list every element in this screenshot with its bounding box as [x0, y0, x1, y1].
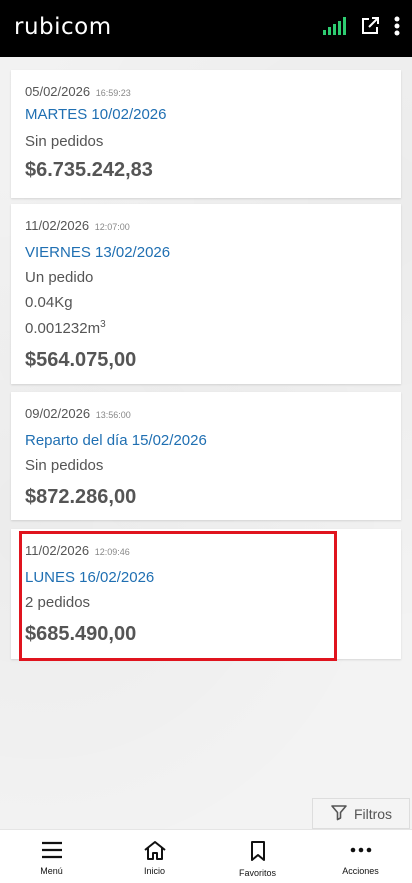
card-date-text: 11/02/2026	[25, 218, 90, 233]
top-icons	[323, 16, 400, 36]
card-line: Sin pedidos	[25, 133, 104, 150]
card-volume-value: 0.001232m	[25, 320, 101, 337]
card-time: 16:59:23	[95, 88, 131, 98]
card-amount: $564.075,00	[25, 349, 137, 371]
bottom-nav: Menú Inicio Favoritos Acciones	[0, 829, 412, 883]
card-date: 05/02/2026 16:59:23	[25, 84, 131, 99]
card-time: 12:09:46	[94, 547, 130, 557]
content-area: 05/02/2026 16:59:23 MARTES 10/02/2026 Si…	[0, 57, 412, 829]
top-bar: rubicom	[0, 0, 412, 57]
card-amount: $6.735.242,83	[25, 159, 153, 181]
external-link-icon[interactable]	[360, 16, 380, 36]
card-title[interactable]: VIERNES 13/02/2026	[25, 244, 170, 261]
card-date-text: 11/02/2026	[25, 543, 90, 558]
nav-menu-label: Menú	[40, 866, 63, 876]
nav-home[interactable]: Inicio	[107, 830, 203, 876]
card-amount: $872.286,00	[25, 486, 137, 508]
bookmark-icon	[249, 840, 267, 864]
nav-favorites-label: Favoritos	[238, 868, 276, 878]
card-amount: $685.490,00	[25, 623, 137, 645]
card-line: Un pedido	[25, 269, 94, 286]
nav-menu[interactable]: Menú	[4, 830, 100, 876]
card-date: 11/02/2026 12:09:46	[25, 543, 130, 558]
card-date: 11/02/2026 12:07:00	[25, 218, 130, 233]
card-volume-exponent: 3	[100, 319, 106, 330]
delivery-card[interactable]: 11/02/2026 12:07:00 VIERNES 13/02/2026 U…	[11, 204, 401, 384]
card-volume: 0.001232m3	[25, 319, 106, 337]
filter-icon	[330, 803, 348, 824]
card-date-text: 09/02/2026	[25, 406, 91, 421]
delivery-card[interactable]: 05/02/2026 16:59:23 MARTES 10/02/2026 Si…	[11, 70, 401, 198]
card-line: 2 pedidos	[25, 594, 91, 611]
card-title[interactable]: MARTES 10/02/2026	[25, 106, 166, 123]
home-icon	[143, 840, 167, 862]
app-logo: rubicom	[14, 14, 112, 40]
card-line: 0.04Kg	[25, 294, 73, 311]
card-time: 12:07:00	[94, 222, 130, 232]
more-icon	[350, 840, 372, 862]
card-date: 09/02/2026 13:56:00	[25, 406, 131, 421]
nav-home-label: Inicio	[143, 866, 165, 876]
kebab-menu-icon[interactable]	[394, 16, 400, 36]
delivery-card[interactable]: 11/02/2026 12:09:46 LUNES 16/02/2026 2 p…	[11, 529, 401, 659]
card-time: 13:56:00	[95, 410, 131, 420]
nav-favorites[interactable]: Favoritos	[210, 830, 306, 878]
menu-icon	[41, 840, 63, 862]
delivery-card[interactable]: 09/02/2026 13:56:00 Reparto del día 15/0…	[11, 392, 401, 520]
card-title[interactable]: Reparto del día 15/02/2026	[25, 432, 207, 449]
nav-actions[interactable]: Acciones	[313, 830, 409, 876]
card-date-text: 05/02/2026	[25, 84, 91, 99]
card-title[interactable]: LUNES 16/02/2026	[25, 569, 154, 586]
signal-icon	[323, 17, 346, 35]
filter-button[interactable]: Filtros	[312, 798, 410, 829]
card-line: Sin pedidos	[25, 457, 104, 474]
nav-actions-label: Acciones	[342, 866, 379, 876]
filter-label: Filtros	[353, 805, 393, 822]
